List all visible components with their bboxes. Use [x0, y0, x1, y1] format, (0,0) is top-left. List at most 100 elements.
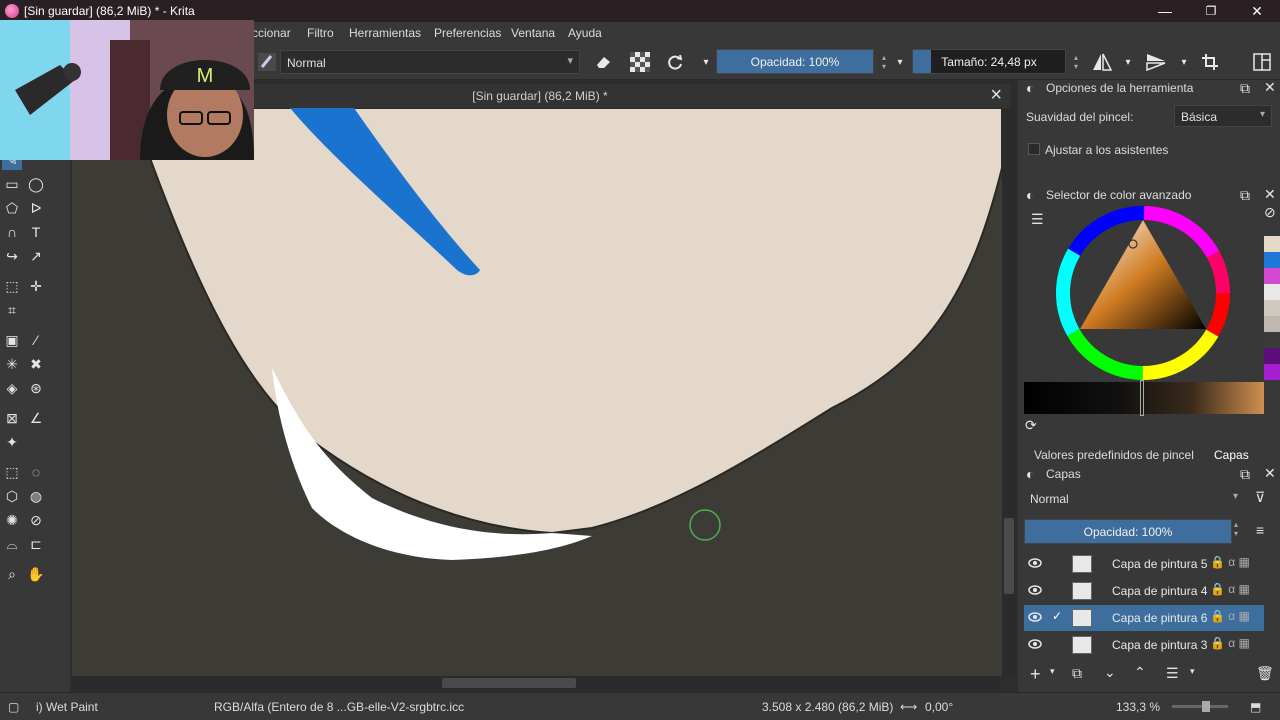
layer-name[interactable]: Capa de pintura 6	[1112, 611, 1207, 625]
vertical-scroll-thumb[interactable]	[1004, 518, 1014, 594]
layer-opacity-slider[interactable]: Opacidad: 100%	[1024, 519, 1232, 544]
layer-lock-alpha-icons[interactable]: 🔒 α ▦	[1210, 609, 1250, 623]
text-tool-icon[interactable]: T	[26, 222, 46, 242]
ellipse-tool-icon[interactable]: ◯	[26, 174, 46, 194]
layer-check-icon[interactable]: ✓	[1052, 609, 1062, 623]
filter-icon[interactable]: ⊽	[1255, 489, 1265, 506]
canvas[interactable]	[72, 108, 1002, 676]
delete-layer-icon[interactable]: 🗑	[1256, 665, 1274, 682]
polygon-select-tool-icon[interactable]: ⬡	[2, 486, 22, 506]
eraser-icon[interactable]	[591, 50, 615, 74]
close-document-icon[interactable]: ×	[990, 84, 1002, 107]
size-slider[interactable]: Tamaño: 24,48 px	[912, 49, 1066, 74]
color-wheel[interactable]	[1052, 202, 1234, 384]
color-swatch[interactable]	[1264, 364, 1280, 380]
workspace-icon[interactable]	[1250, 50, 1274, 74]
color-swatch[interactable]	[1264, 316, 1280, 332]
layer-properties-icon[interactable]: ☰	[1166, 665, 1179, 682]
enclose-fill-tool-icon[interactable]: ⊛	[26, 378, 46, 398]
tab-layers[interactable]: Capas	[1214, 444, 1249, 466]
color-swatch[interactable]	[1264, 348, 1280, 364]
visibility-eye-icon[interactable]	[1028, 637, 1042, 651]
add-layer-icon[interactable]: +	[1030, 664, 1041, 685]
layer-row[interactable]: Capa de pintura 5 🔒 α ▦	[1024, 551, 1264, 577]
no-color-icon[interactable]: ⊘	[1264, 204, 1276, 221]
maximize-button[interactable]: ❐	[1188, 0, 1234, 22]
layer-blend-select[interactable]: Normal ▾	[1024, 488, 1244, 510]
layer-lock-alpha-icons[interactable]: 🔒 α ▦	[1210, 555, 1250, 569]
layer-row[interactable]: Capa de pintura 4 🔒 α ▦	[1024, 578, 1264, 604]
transform-tool-icon[interactable]: ⬚	[2, 276, 22, 296]
visibility-eye-icon[interactable]	[1028, 583, 1042, 597]
opacity-slider[interactable]: Opacidad: 100%	[716, 49, 874, 74]
color-swatch[interactable]	[1264, 332, 1280, 348]
refresh-icon[interactable]: ⟳	[1025, 417, 1037, 434]
size-spin-icon[interactable]: ▴ ▾	[1064, 50, 1088, 74]
color-swatch[interactable]	[1264, 236, 1280, 252]
gradient-tool-icon[interactable]: ▣	[2, 330, 22, 350]
move-layer-up-icon[interactable]: ⌃	[1134, 664, 1146, 681]
crop-tool-icon[interactable]: ⌗	[2, 300, 22, 320]
chevron-down-icon[interactable]: ▾	[1050, 666, 1055, 677]
layer-row[interactable]: ✓ Capa de pintura 6 🔒 α ▦	[1024, 605, 1264, 631]
measure-tool-icon[interactable]: ∠	[26, 408, 46, 428]
bezier-tool-icon[interactable]: ∩	[2, 222, 22, 242]
ellipse-select-tool-icon[interactable]: ◌	[26, 462, 46, 482]
layer-name[interactable]: Capa de pintura 4	[1112, 584, 1207, 598]
horizontal-scroll-thumb[interactable]	[442, 678, 576, 688]
preserve-alpha-icon[interactable]	[628, 50, 652, 74]
freehand-path-tool-icon[interactable]: ↪	[2, 246, 22, 266]
float-docker-icon[interactable]: ⧉	[1240, 187, 1250, 204]
close-docker-icon[interactable]: ✕	[1264, 186, 1276, 203]
vertical-scrollbar[interactable]	[1002, 108, 1016, 676]
close-docker-icon[interactable]: ✕	[1264, 465, 1276, 482]
visibility-eye-icon[interactable]	[1028, 556, 1042, 570]
minimize-button[interactable]: —	[1142, 0, 1188, 22]
menu-tools[interactable]: Herramientas	[349, 26, 421, 40]
horizontal-scrollbar[interactable]	[72, 676, 1000, 690]
chevron-down-icon[interactable]: ▾	[1116, 50, 1140, 74]
reload-preset-icon[interactable]	[663, 50, 687, 74]
color-gradient-bar[interactable]	[1024, 382, 1264, 414]
layer-name[interactable]: Capa de pintura 3	[1112, 638, 1207, 652]
pan-tool-icon[interactable]: ✋	[26, 564, 46, 584]
close-window-button[interactable]: ✕	[1234, 0, 1280, 22]
chevron-down-icon[interactable]: ▾	[1172, 50, 1196, 74]
freehand-select-tool-icon[interactable]: ◍	[26, 486, 46, 506]
layer-lock-alpha-icons[interactable]: 🔒 α ▦	[1210, 636, 1250, 650]
fill-tool-icon[interactable]: ◈	[2, 378, 22, 398]
menu-window[interactable]: Ventana	[511, 26, 555, 40]
menu-help[interactable]: Ayuda	[568, 26, 602, 40]
wrap-around-icon[interactable]	[1198, 50, 1222, 74]
color-picker-tool-icon[interactable]: ⁄	[26, 330, 46, 350]
colorize-mask-tool-icon[interactable]: ✳	[2, 354, 22, 374]
move-layer-down-icon[interactable]: ⌄	[1104, 664, 1116, 681]
chevron-down-icon[interactable]: ▾	[694, 50, 718, 74]
menu-select[interactable]: ccionar	[252, 26, 291, 40]
assistant-tool-icon[interactable]: ⊠	[2, 408, 22, 428]
layer-opacity-spin-icon[interactable]: ▴ ▾	[1234, 520, 1238, 538]
magnetic-select-tool-icon[interactable]: ⊏	[26, 534, 46, 554]
polyline-tool-icon[interactable]: ᐅ	[26, 198, 46, 218]
color-swatch[interactable]	[1264, 300, 1280, 316]
float-docker-icon[interactable]: ⧉	[1240, 466, 1250, 483]
blend-mode-select[interactable]: Normal ▾	[280, 50, 580, 74]
smart-patch-tool-icon[interactable]: ✖	[26, 354, 46, 374]
color-swatch[interactable]	[1264, 268, 1280, 284]
chevron-down-icon[interactable]: ▾	[888, 50, 912, 74]
assistants-checkbox[interactable]	[1028, 143, 1040, 155]
menu-filter[interactable]: Filtro	[307, 26, 334, 40]
layer-lock-alpha-icons[interactable]: 🔒 α ▦	[1210, 582, 1250, 596]
color-swatch[interactable]	[1264, 252, 1280, 268]
polygon-tool-icon[interactable]: ⬠	[2, 198, 22, 218]
chevron-down-icon[interactable]: ▾	[1190, 666, 1195, 677]
color-swatch[interactable]	[1264, 284, 1280, 300]
move-tool-icon[interactable]: ✛	[26, 276, 46, 296]
layer-row[interactable]: Capa de pintura 3 🔒 α ▦	[1024, 632, 1264, 658]
tab-brush-presets[interactable]: Valores predefinidos de pincel	[1034, 444, 1194, 466]
rectangle-tool-icon[interactable]: ▭	[2, 174, 22, 194]
float-docker-icon[interactable]: ⧉	[1240, 80, 1250, 97]
contiguous-select-tool-icon[interactable]: ✺	[2, 510, 22, 530]
close-docker-icon[interactable]: ✕	[1264, 79, 1276, 96]
layers-menu-icon[interactable]: ≡	[1256, 522, 1264, 538]
